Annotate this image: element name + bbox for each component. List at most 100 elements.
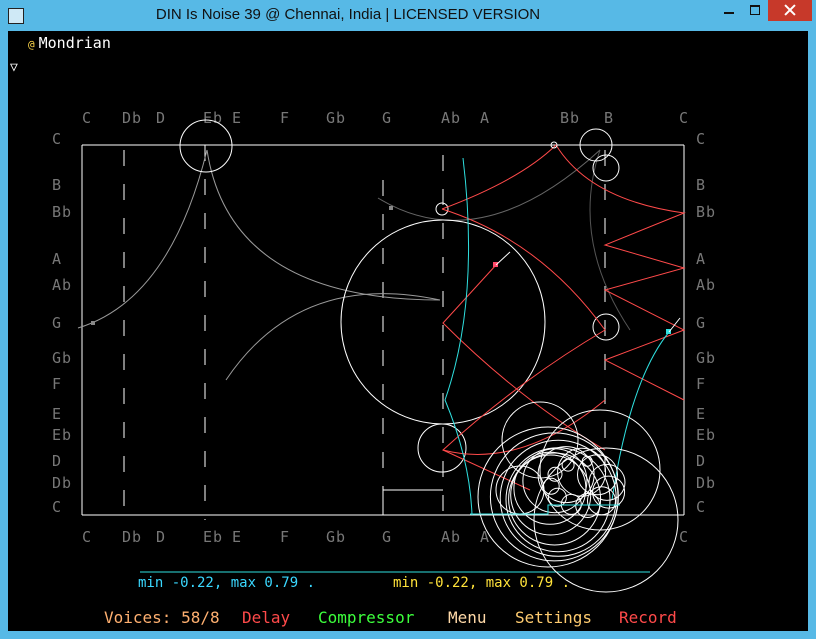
note-label-bottom-7: G bbox=[382, 528, 393, 546]
spiral-circle bbox=[513, 451, 587, 525]
spiral-circle bbox=[587, 486, 616, 516]
note-label-right-7: F bbox=[696, 375, 707, 393]
voices-status: Voices: 58/8 bbox=[104, 608, 220, 627]
spiral-circle bbox=[542, 477, 560, 495]
stats-left: min -0.22, max 0.79 . bbox=[138, 575, 316, 591]
spiral-circle bbox=[522, 448, 588, 514]
red-curve-lower bbox=[442, 264, 606, 451]
note-label-top-6: Gb bbox=[326, 109, 347, 127]
circle-large bbox=[340, 219, 546, 425]
note-label-right-1: B bbox=[696, 176, 707, 194]
spiral-circle bbox=[547, 466, 563, 482]
menu-button[interactable]: Menu bbox=[448, 608, 487, 627]
compressor-button[interactable]: Compressor bbox=[318, 608, 414, 627]
window-frame-right bbox=[808, 31, 816, 639]
spiral-circle bbox=[505, 447, 611, 553]
note-label-top-8: Ab bbox=[441, 109, 462, 127]
grey-arc-middle bbox=[206, 149, 441, 301]
spiral-circle bbox=[592, 475, 626, 509]
marker-top bbox=[550, 141, 558, 149]
circle-lower bbox=[417, 423, 467, 473]
spiral-circle bbox=[561, 458, 575, 472]
note-label-top-10: Bb bbox=[560, 109, 581, 127]
note-label-bottom-1: Db bbox=[122, 528, 143, 546]
spiral-circle bbox=[537, 446, 595, 504]
spiral-circle bbox=[510, 454, 592, 536]
spiral-circle bbox=[575, 493, 601, 518]
marker-red-tail bbox=[495, 251, 511, 266]
note-label-right-5: G bbox=[696, 314, 707, 332]
note-label-left-10: D bbox=[52, 452, 63, 470]
note-label-left-11: Db bbox=[52, 474, 73, 492]
grey-arc-right bbox=[377, 149, 601, 221]
note-label-bottom-4: E bbox=[232, 528, 243, 546]
instrument-name[interactable]: @ Mondrian bbox=[28, 34, 111, 52]
note-label-top-3: Eb bbox=[203, 109, 224, 127]
note-label-bottom-5: F bbox=[280, 528, 291, 546]
window-frame-bottom bbox=[0, 631, 816, 639]
note-label-bottom-0: C bbox=[82, 528, 93, 546]
stats-right: min -0.22, max 0.79 . bbox=[393, 575, 571, 591]
note-label-left-12: C bbox=[52, 498, 63, 516]
cyan-zigzag bbox=[470, 504, 620, 515]
spiral-circle bbox=[489, 432, 619, 562]
grey-arc-far bbox=[589, 149, 631, 331]
note-label-right-9: Eb bbox=[696, 426, 717, 444]
red-curves bbox=[441, 144, 686, 491]
marker-cyan-tail bbox=[668, 317, 681, 333]
note-label-right-12: C bbox=[696, 498, 707, 516]
note-label-right-2: Bb bbox=[696, 203, 717, 221]
note-label-left-3: A bbox=[52, 250, 63, 268]
close-icon[interactable] bbox=[768, 0, 812, 21]
note-label-top-12: C bbox=[679, 109, 690, 127]
spiral-circle bbox=[477, 426, 619, 568]
marker-grey bbox=[91, 321, 95, 325]
marker-cyan bbox=[666, 329, 671, 334]
markers bbox=[91, 141, 681, 334]
grey-arc-left bbox=[77, 149, 208, 329]
note-label-left-1: B bbox=[52, 176, 63, 194]
window-title: DIN Is Noise 39 @ Chennai, India | LICEN… bbox=[155, 6, 541, 23]
spiral-circle-outer bbox=[501, 401, 579, 479]
red-curve-inner bbox=[441, 208, 606, 455]
spiral-circle bbox=[499, 439, 617, 557]
maximize-icon[interactable] bbox=[742, 0, 768, 21]
minimize-icon[interactable] bbox=[716, 0, 742, 21]
note-label-top-1: Db bbox=[122, 109, 143, 127]
circle-right-g bbox=[592, 313, 620, 341]
note-label-top-5: F bbox=[280, 109, 291, 127]
note-label-left-4: Ab bbox=[52, 276, 73, 294]
note-label-left-7: F bbox=[52, 375, 63, 393]
note-label-top-7: G bbox=[382, 109, 393, 127]
note-label-right-10: D bbox=[696, 452, 707, 470]
red-curve-right bbox=[441, 144, 686, 401]
note-label-left-2: Bb bbox=[52, 203, 73, 221]
window-frame-left bbox=[0, 31, 8, 639]
note-label-left-8: E bbox=[52, 405, 63, 423]
cyan-curve-left bbox=[444, 157, 473, 516]
grey-arc-lower bbox=[225, 293, 441, 381]
marker-grey-2 bbox=[389, 206, 393, 210]
spiral-circle bbox=[577, 454, 618, 496]
note-label-bottom-9: A bbox=[480, 528, 491, 546]
red-curve-bottom bbox=[442, 449, 531, 491]
note-label-bottom-3: Eb bbox=[203, 528, 224, 546]
spiral-circle bbox=[557, 447, 607, 497]
settings-button[interactable]: Settings bbox=[515, 608, 592, 627]
pitch-grid bbox=[81, 144, 685, 520]
circle-spiral bbox=[477, 401, 679, 593]
record-button[interactable]: Record bbox=[619, 608, 677, 627]
note-label-left-5: G bbox=[52, 314, 63, 332]
cyan-curve-right bbox=[611, 331, 670, 501]
spiral-circle bbox=[581, 455, 593, 467]
grey-arcs bbox=[77, 149, 631, 381]
note-label-right-11: Db bbox=[696, 474, 717, 492]
circle-node bbox=[435, 202, 449, 216]
title-bar[interactable]: DIN Is Noise 39 @ Chennai, India | LICEN… bbox=[0, 0, 816, 31]
note-label-right-3: A bbox=[696, 250, 707, 268]
note-label-top-0: C bbox=[82, 109, 93, 127]
dropdown-triangle-icon[interactable]: ▽ bbox=[10, 60, 18, 75]
delay-button[interactable]: Delay bbox=[242, 608, 290, 627]
spiral-circle-outer bbox=[495, 465, 545, 515]
marker-red bbox=[493, 262, 498, 267]
